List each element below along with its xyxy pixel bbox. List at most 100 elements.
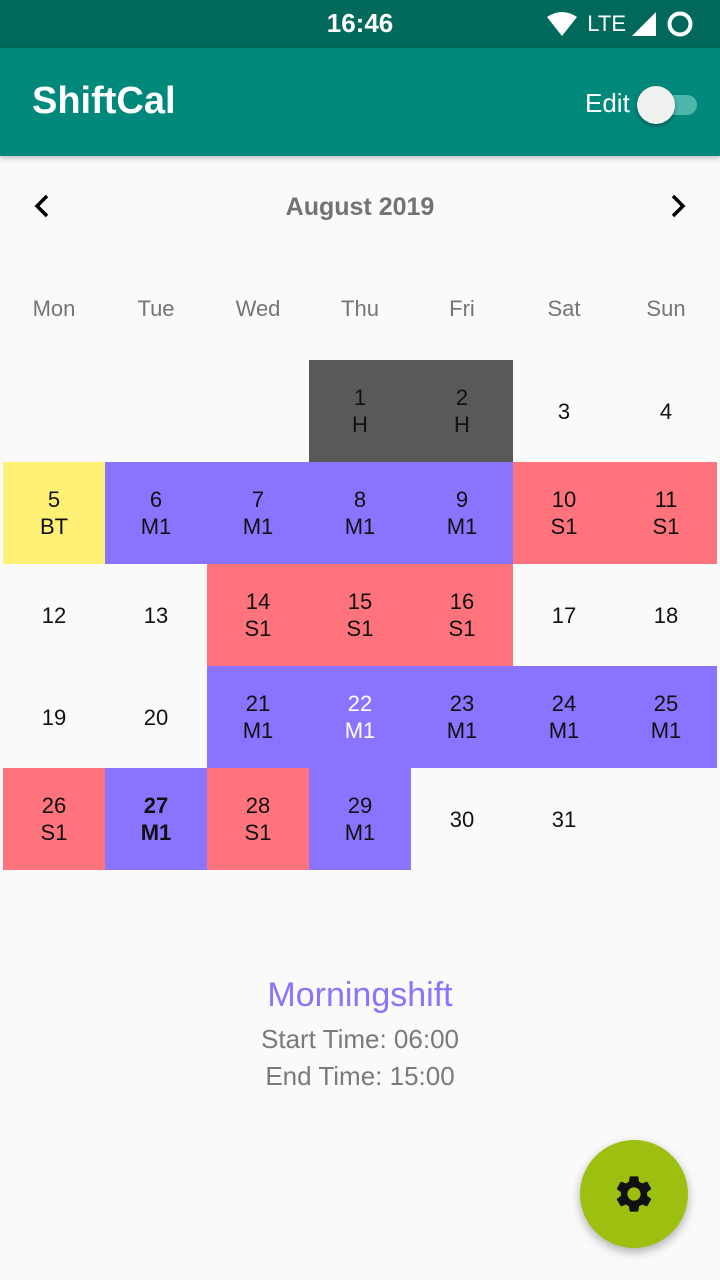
network-type-label: LTE [587,11,626,36]
shift-code: M1 [242,514,274,539]
weekday-label: Tue [137,296,175,321]
shift-code: M1 [140,514,172,539]
next-month-button[interactable] [658,186,698,226]
day-cell[interactable]: 19 [3,666,105,768]
status-bar: 16:46 LTE [0,0,720,48]
day-number: 29 [347,793,373,818]
edit-label: Edit [585,88,630,118]
wifi-icon [547,12,578,36]
selected-shift-start-time: Start Time: 06:00 [261,1024,459,1054]
edit-toggle-thumb[interactable] [637,86,675,124]
day-cell[interactable]: 10 S1 [513,462,615,564]
app-bar: ShiftCal Edit [0,48,720,156]
day-number: 7 [251,487,265,512]
shift-code: BT [39,514,69,539]
day-cell[interactable]: 22 M1 [309,666,411,768]
day-cell[interactable]: 9 M1 [411,462,513,564]
shift-code: S1 [346,616,374,641]
shift-code: S1 [652,514,680,539]
signal-icon [632,12,656,36]
day-number: 2 [455,385,469,410]
day-number: 6 [149,487,163,512]
shift-code: S1 [244,820,272,845]
day-cell[interactable]: 11 S1 [615,462,717,564]
day-cell[interactable]: 3 [513,360,615,462]
shift-code: M1 [140,820,172,845]
day-number: 22 [347,691,373,716]
day-cell[interactable]: 27 M1 [105,768,207,870]
day-cell[interactable]: 17 [513,564,615,666]
shift-code: M1 [344,820,376,845]
day-number: 8 [353,487,367,512]
weekday-label: Fri [449,296,475,321]
day-cell[interactable]: 20 [105,666,207,768]
settings-fab[interactable] [580,1140,688,1248]
day-cell[interactable]: 26 S1 [3,768,105,870]
day-cell[interactable]: 15 S1 [309,564,411,666]
day-number: 16 [449,589,475,614]
day-number: 27 [143,793,169,818]
day-cell[interactable]: 1H [309,360,411,462]
day-cell[interactable]: 30 [411,768,513,870]
day-number: 30 [449,806,475,832]
app-title: ShiftCal [32,80,176,122]
day-number: 4 [659,398,673,424]
day-cell[interactable]: 21 M1 [207,666,309,768]
shift-code: M1 [650,718,682,743]
day-number: 3 [557,398,571,424]
day-number: 18 [653,602,679,628]
calendar-grid: 1 H 2 H 3 4 5 BT 6 M1 7 M1 8 M1 9 M1 10 S1 11 S1 12 13 14 S1 15 S… [3,360,717,870]
day-number: 20 [143,704,169,730]
day-cell[interactable]: 6 M1 [105,462,207,564]
status-icons: LTE [547,10,694,38]
shift-code: M1 [548,718,580,743]
day-number: 21 [245,691,271,716]
day-number: 15 [347,589,373,614]
shift-code: H [352,412,368,437]
day-cell[interactable]: 7 M1 [207,462,309,564]
empty-day-cell [105,360,207,462]
day-number: 9 [455,487,469,512]
day-cell[interactable]: 12 [3,564,105,666]
day-number: 17 [551,602,577,628]
day-cell[interactable]: 18 [615,564,717,666]
day-number: 31 [551,806,577,832]
day-cell[interactable]: 2H [411,360,513,462]
weekday-label: Sun [646,296,686,321]
day-cell[interactable]: 13 [105,564,207,666]
day-number: 11 [654,487,678,512]
shift-code: S1 [40,820,68,845]
shift-code: S1 [550,514,578,539]
month-title: August 2019 [285,193,435,221]
day-number: 28 [245,793,271,818]
shift-code: M1 [446,718,478,743]
day-cell[interactable]: 23 M1 [411,666,513,768]
day-cell[interactable]: 5 BT [3,462,105,564]
day-cell[interactable]: 24 M1 [513,666,615,768]
day-number: 26 [41,793,67,818]
weekday-label: Sat [547,296,581,321]
day-number: 5 [47,487,61,512]
day-number: 1 [353,385,367,410]
day-number: 14 [245,589,271,614]
weekday-header: Mon Tue Wed Thu Fri Sat Sun [3,296,717,322]
shift-code: M1 [446,514,478,539]
edit-toggle[interactable] [637,83,701,124]
day-cell[interactable]: 14 S1 [207,564,309,666]
day-number: 13 [143,602,169,628]
day-cell[interactable]: 31 [513,768,615,870]
shift-code: H [454,412,470,437]
day-cell[interactable]: 29 M1 [309,768,411,870]
chevron-right-icon [671,194,686,218]
day-number: 23 [449,691,475,716]
day-cell[interactable]: 8 M1 [309,462,411,564]
day-cell[interactable]: 28 S1 [207,768,309,870]
weekday-label: Wed [235,296,281,321]
day-cell[interactable]: 16 S1 [411,564,513,666]
day-cell[interactable]: 4 [615,360,717,462]
selected-shift-end-time: End Time: 15:00 [265,1061,455,1091]
day-cell[interactable]: 25 M1 [615,666,717,768]
day-number: 10 [551,487,577,512]
shift-code: S1 [244,616,272,641]
battery-ring-icon [667,11,693,37]
